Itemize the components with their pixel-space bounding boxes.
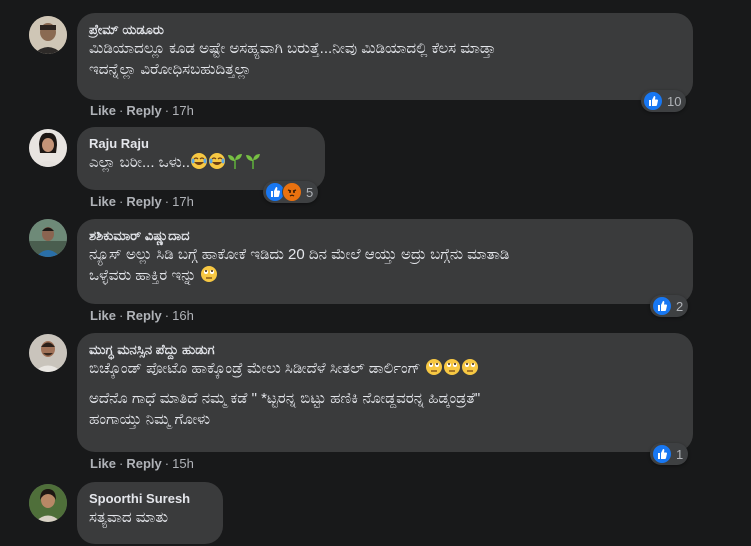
- reaction-summary[interactable]: 1: [650, 443, 689, 465]
- reaction-count: 10: [667, 93, 682, 109]
- like-icon: [643, 91, 663, 111]
- comment-text: ಸತ್ಯವಾದ ಮಾತು: [89, 507, 211, 528]
- comment-author[interactable]: Spoorthi Suresh: [89, 490, 211, 507]
- reply-button[interactable]: Reply: [126, 103, 161, 118]
- reply-button[interactable]: Reply: [126, 456, 161, 471]
- comment-author[interactable]: ಶಶಿಕುಮಾರ್ ವಿಷ್ಣುದಾದ: [89, 227, 681, 244]
- comment-time[interactable]: 17h: [172, 194, 194, 209]
- avatar-image: [29, 16, 67, 54]
- seedling-icon: [226, 152, 244, 170]
- reaction-count: 1: [676, 446, 684, 462]
- reply-button[interactable]: Reply: [126, 308, 161, 323]
- comment-line: ಮಿಡಿಯಾದಲ್ಲೂ ಕೂಡ ಅಷ್ಟೇ ಅಸಹ್ಯವಾಗಿ ಬರುತ್ತೆ.…: [89, 40, 496, 78]
- like-button[interactable]: Like: [90, 103, 116, 118]
- comment-line: ನ್ಯೂಸ್ ಅಲ್ಲು ಸಿಡಿ ಬಗ್ಗೆ ಹಾಕೋಕೆ ಇಡಿದು 20 …: [89, 246, 510, 284]
- avatar-image: [29, 219, 67, 257]
- like-icon: [652, 444, 672, 464]
- reaction-summary[interactable]: 10: [641, 90, 687, 112]
- comment-bubble: ಶಶಿಕುಮಾರ್ ವಿಷ್ಣುದಾದ ನ್ಯೂಸ್ ಅಲ್ಲು ಸಿಡಿ ಬಗ…: [77, 219, 693, 304]
- comment-line: ಅದೆನೊ ಗಾಧೆ ಮಾತಿದೆ ನಮ್ಮ ಕಡೆ " *ಟ್ಟರನ್ನ ಬಿ…: [89, 390, 481, 428]
- eye-roll-icon: [461, 358, 479, 376]
- avatar[interactable]: [29, 219, 67, 257]
- comment-actions: Like · Reply · 17h: [90, 103, 194, 119]
- comment-text: ಎಲ್ಲಾ ಬರೀ... ಒಳು..: [89, 152, 313, 173]
- comment-actions: Like · Reply · 17h: [90, 194, 194, 210]
- separator: ·: [164, 103, 170, 118]
- comment-time[interactable]: 16h: [172, 308, 194, 323]
- reaction-summary[interactable]: 2: [650, 295, 689, 317]
- comment-bubble: ಮುಗ್ಧ ಮನಸ್ಸಿನ ಪೆದ್ದು ಹುಡುಗ ಬಿಚ್ಕೊಂಡ್ ಪೋಟ…: [77, 333, 693, 452]
- separator: ·: [119, 194, 124, 209]
- like-icon: [652, 296, 672, 316]
- separator: ·: [119, 456, 124, 471]
- reply-button[interactable]: Reply: [126, 194, 161, 209]
- separator: ·: [164, 456, 170, 471]
- comment-author[interactable]: ಪ್ರೇಮ್ ಯಡೂರು: [89, 21, 681, 38]
- comment-actions: Like · Reply · 15h: [90, 456, 194, 472]
- like-button[interactable]: Like: [90, 308, 116, 323]
- reaction-count: 2: [676, 298, 684, 314]
- reaction-summary[interactable]: 5: [263, 181, 319, 203]
- comment-time[interactable]: 15h: [172, 456, 194, 471]
- avatar[interactable]: [29, 334, 67, 372]
- comment-line: ಸತ್ಯವಾದ ಮಾತು: [89, 509, 169, 526]
- comment-time[interactable]: 17h: [172, 103, 194, 118]
- comment-line: ಎಲ್ಲಾ ಬರೀ... ಒಳು..: [89, 154, 190, 171]
- eye-roll-icon: [200, 265, 218, 283]
- comment-bubble: ಪ್ರೇಮ್ ಯಡೂರು ಮಿಡಿಯಾದಲ್ಲೂ ಕೂಡ ಅಷ್ಟೇ ಅಸಹ್ಯ…: [77, 13, 693, 100]
- reaction-count: 5: [306, 184, 314, 200]
- avatar[interactable]: [29, 484, 67, 522]
- comment-author[interactable]: ಮುಗ್ಧ ಮನಸ್ಸಿನ ಪೆದ್ದು ಹುಡುಗ: [89, 341, 681, 358]
- comment-line-text: ಬಿಚ್ಕೊಂಡ್ ಪೋಟೊ ಹಾಕ್ಕೊಂಡ್ರೆ ಮೇಲು ಸಿಡೀದೆಳೆ…: [89, 360, 421, 377]
- comment-actions: Like · Reply · 16h: [90, 308, 194, 324]
- like-button[interactable]: Like: [90, 194, 116, 209]
- seedling-icon: [244, 152, 262, 170]
- avatar[interactable]: [29, 16, 67, 54]
- separator: ·: [164, 194, 170, 209]
- avatar-image: [29, 334, 67, 372]
- eye-roll-icon: [425, 358, 443, 376]
- avatar-image: [29, 129, 67, 167]
- eye-roll-icon: [443, 358, 461, 376]
- comment-author[interactable]: Raju Raju: [89, 135, 313, 152]
- angry-icon: [282, 182, 302, 202]
- avatar-image: [29, 484, 67, 522]
- laughing-tears-icon: [208, 152, 226, 170]
- separator: ·: [119, 308, 124, 323]
- laughing-tears-icon: [190, 152, 208, 170]
- separator: ·: [164, 308, 170, 323]
- comment-line: ಬಿಚ್ಕೊಂಡ್ ಪೋಟೊ ಹಾಕ್ಕೊಂಡ್ರೆ ಮೇಲು ಸಿಡೀದೆಳೆ…: [89, 358, 681, 379]
- comment-text: ಬಿಚ್ಕೊಂಡ್ ಪೋಟೊ ಹಾಕ್ಕೊಂಡ್ರೆ ಮೇಲು ಸಿಡೀದೆಳೆ…: [89, 358, 681, 430]
- comment-text: ನ್ಯೂಸ್ ಅಲ್ಲು ಸಿಡಿ ಬಗ್ಗೆ ಹಾಕೋಕೆ ಇಡಿದು 20 …: [89, 244, 681, 286]
- avatar[interactable]: [29, 129, 67, 167]
- comment-bubble: Spoorthi Suresh ಸತ್ಯವಾದ ಮಾತು: [77, 482, 223, 544]
- like-button[interactable]: Like: [90, 456, 116, 471]
- comment-text: ಮಿಡಿಯಾದಲ್ಲೂ ಕೂಡ ಅಷ್ಟೇ ಅಸಹ್ಯವಾಗಿ ಬರುತ್ತೆ.…: [89, 38, 681, 80]
- separator: ·: [119, 103, 124, 118]
